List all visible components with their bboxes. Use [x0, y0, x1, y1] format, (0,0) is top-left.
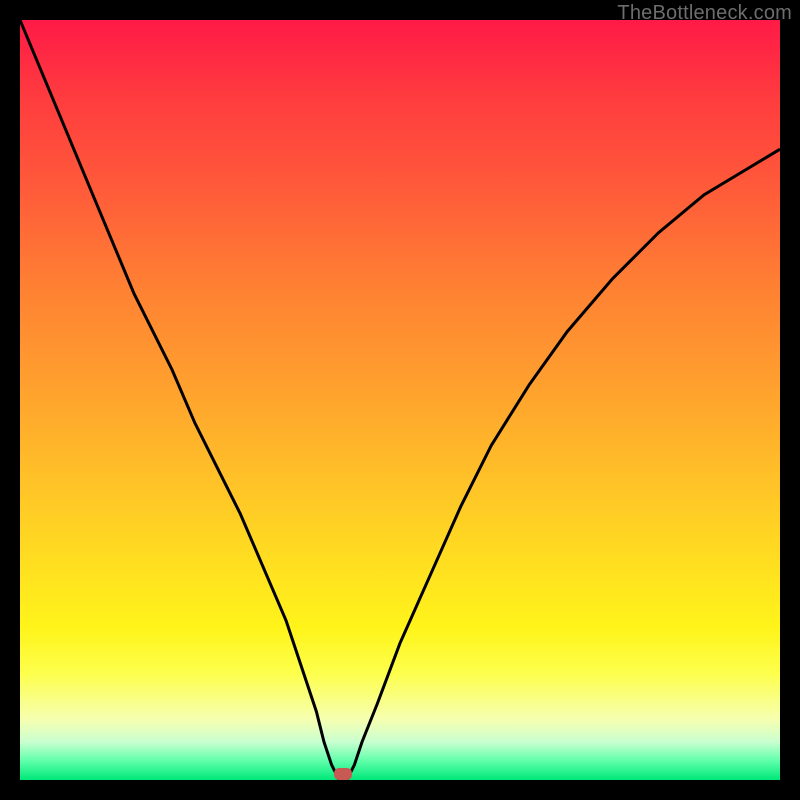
- bottleneck-curve: [20, 20, 780, 780]
- optimal-point-marker: [334, 768, 352, 780]
- chart-frame: TheBottleneck.com: [0, 0, 800, 800]
- curve-path: [20, 20, 780, 780]
- plot-area: [20, 20, 780, 780]
- watermark-text: TheBottleneck.com: [617, 2, 792, 25]
